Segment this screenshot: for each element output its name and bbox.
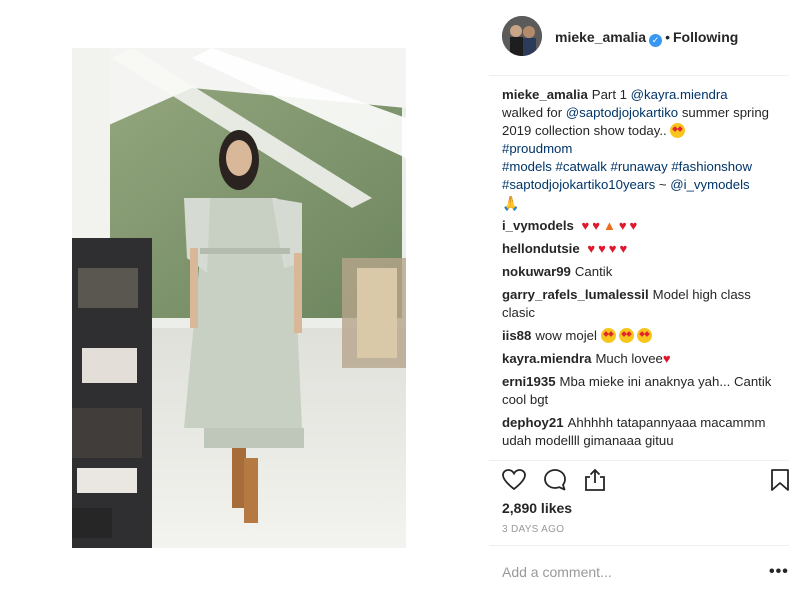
hashtag-link[interactable]: #saptodjojokartiko10years	[502, 177, 655, 192]
hashtag-link[interactable]: #proudmom	[502, 141, 572, 156]
comment-username[interactable]: garry_rafels_lumalessil	[502, 287, 649, 302]
comment-item: nokuwar99 Cantik	[502, 263, 772, 281]
post-date[interactable]: 3 DAYS AGO	[502, 524, 564, 535]
action-bar	[489, 460, 789, 497]
heart-eyes-emoji-icon	[600, 328, 616, 343]
hashtag-links[interactable]: #models #catwalk #runaway #fashionshow	[502, 159, 752, 174]
comment-username[interactable]: nokuwar99	[502, 264, 571, 279]
mention-link[interactable]: @i_vymodels	[670, 177, 749, 192]
comment-item: kayra.miendra Much lovee♥	[502, 350, 772, 368]
save-button[interactable]	[767, 467, 793, 493]
caption-text-2: walked for	[502, 105, 563, 120]
comment-username[interactable]: dephoy21	[502, 415, 564, 430]
bookmark-icon	[771, 469, 789, 491]
likes-count[interactable]: 2,890 likes	[502, 500, 572, 516]
comment-item: erni1935 Mba mieke ini anaknya yah... Can…	[502, 373, 772, 409]
avatar[interactable]	[502, 16, 542, 56]
comment-item: hellondutsie ♥ ♥ ♥ ♥	[502, 240, 772, 258]
comment-username[interactable]: kayra.miendra	[502, 351, 591, 366]
speech-bubble-icon	[544, 469, 566, 491]
comment-text: Cantik	[574, 264, 613, 279]
post-side-panel: mieke_amalia ✓ • Following mieke_amalia Part…	[489, 0, 795, 598]
fire-icon: ▲	[602, 218, 616, 233]
author-username[interactable]: mieke_amalia	[555, 29, 646, 45]
post-photo[interactable]	[72, 48, 406, 548]
comment-button[interactable]	[542, 467, 568, 493]
add-comment-bar: •••	[489, 545, 789, 599]
comment-item: i_vymodels ♥ ♥ ▲ ♥ ♥	[502, 217, 772, 235]
mention-link[interactable]: @kayra.miendra	[631, 87, 728, 102]
red-heart-icon: ♥	[581, 218, 590, 233]
red-heart-icon: ♥	[619, 241, 628, 256]
share-icon	[585, 468, 605, 491]
comment-text: Much lovee	[595, 351, 663, 366]
comment-item: dephoy21 Ahhhhh tatapannyaaa macammm udah…	[502, 414, 772, 450]
red-heart-icon: ♥	[608, 241, 617, 256]
red-heart-icon: ♥	[587, 241, 596, 256]
red-heart-icon: ♥	[629, 218, 638, 233]
comment-username[interactable]: iis88	[502, 328, 531, 343]
following-button[interactable]: Following	[673, 29, 738, 45]
heart-eyes-emoji-icon	[670, 123, 686, 138]
separator-dot: •	[665, 29, 670, 45]
red-heart-icon: ♥	[592, 218, 600, 233]
red-heart-icon: ♥	[598, 241, 606, 256]
verified-badge-icon: ✓	[649, 34, 663, 47]
share-button[interactable]	[582, 467, 608, 493]
add-comment-input[interactable]	[502, 564, 732, 580]
caption-text-1: Part 1	[591, 87, 627, 102]
praying-hands-icon: 🙏	[502, 195, 520, 211]
post-header: mieke_amalia ✓ • Following	[489, 0, 789, 76]
like-button[interactable]	[501, 467, 527, 493]
red-heart-icon: ♥	[618, 218, 627, 233]
caption-username[interactable]: mieke_amalia	[502, 87, 588, 102]
comment-username[interactable]: hellondutsie	[502, 241, 580, 256]
caption-tilde: ~	[658, 177, 667, 192]
heart-eyes-emoji-icon	[636, 328, 652, 343]
header-text: mieke_amalia ✓ • Following	[555, 29, 738, 47]
comments-list[interactable]: mieke_amalia Part 1 @kayra.miendra walked…	[502, 86, 772, 458]
mention-link[interactable]: @saptodjojokartiko	[566, 105, 678, 120]
comment-text: wow mojel	[535, 328, 597, 343]
caption: mieke_amalia Part 1 @kayra.miendra walked…	[502, 86, 772, 212]
comment-item: iis88 wow mojel	[502, 327, 772, 345]
red-heart-icon: ♥	[662, 351, 671, 366]
heart-eyes-emoji-icon	[618, 328, 634, 343]
heart-icon	[502, 469, 526, 491]
comment-item: garry_rafels_lumalessil Model high class …	[502, 286, 772, 322]
more-options-icon[interactable]: •••	[769, 563, 789, 581]
comment-username[interactable]: erni1935	[502, 374, 556, 389]
comment-username[interactable]: i_vymodels	[502, 218, 574, 233]
